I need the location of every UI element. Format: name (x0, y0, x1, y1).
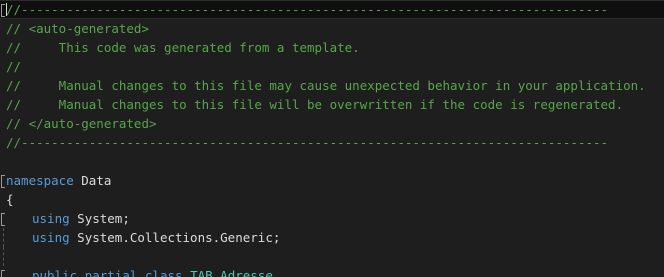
code-line-2[interactable]: // <auto-generated> (6, 19, 149, 38)
using-name: System.Collections.Generic; (77, 230, 281, 245)
fold-marker-icon[interactable] (0, 0, 5, 19)
keyword-using: using (32, 230, 70, 245)
code-line-class[interactable]: public partial class TAB_Adresse (32, 266, 273, 277)
using-name: System; (77, 211, 130, 226)
fold-marker-icon[interactable] (0, 209, 5, 228)
code-line-5[interactable]: // Manual changes to this file may cause… (6, 76, 646, 95)
fold-marker-icon[interactable] (0, 266, 5, 277)
code-line-7[interactable]: // </auto-generated> (6, 114, 157, 133)
keyword-class: class (144, 268, 183, 277)
code-line-brace[interactable]: { (6, 190, 14, 209)
namespace-name: Data (81, 173, 112, 188)
indent-guide (3, 228, 4, 247)
keyword-using: using (32, 211, 70, 226)
indent-guide (3, 247, 4, 266)
code-line-using-2[interactable]: using System.Collections.Generic; (32, 228, 280, 247)
keyword-partial: partial (84, 268, 138, 277)
class-name: TAB_Adresse (190, 268, 273, 277)
code-line-namespace[interactable]: namespace Data (6, 171, 111, 190)
code-line-3[interactable]: // This code was generated from a templa… (6, 38, 360, 57)
code-line-1[interactable]: //--------------------------------------… (6, 0, 608, 19)
code-editor[interactable]: //--------------------------------------… (0, 0, 664, 277)
code-line-using-1[interactable]: using System; (32, 209, 130, 228)
fold-marker-icon[interactable] (0, 171, 5, 190)
code-line-6[interactable]: // Manual changes to this file will be o… (6, 95, 623, 114)
code-line-8[interactable]: //--------------------------------------… (6, 133, 608, 152)
keyword-namespace: namespace (6, 173, 74, 188)
keyword-public: public (32, 268, 78, 277)
code-line-4[interactable]: // (6, 57, 21, 76)
